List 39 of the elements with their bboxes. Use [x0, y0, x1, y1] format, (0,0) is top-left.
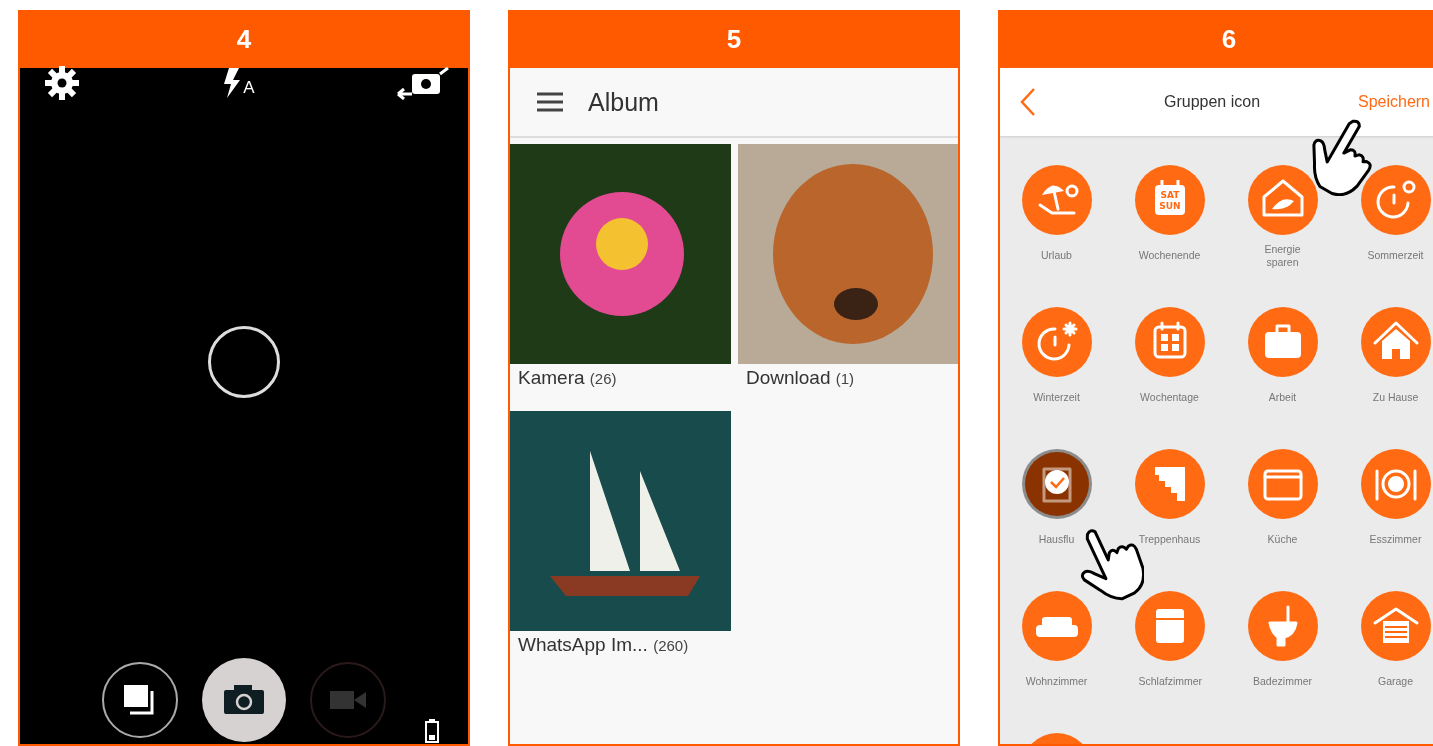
icon-label: Arbeit: [1268, 391, 1297, 404]
video-camera-icon: [328, 688, 368, 712]
group-icon-option[interactable]: [1021, 449, 1092, 519]
album-label[interactable]: WhatsApp Im... (260): [510, 631, 689, 656]
switch-camera-icon[interactable]: [396, 66, 450, 100]
screen-title: Album: [588, 87, 659, 117]
photo-placeholder[interactable]: [510, 144, 731, 364]
focus-ring: [208, 326, 280, 398]
icon-label: Urlaub: [1041, 249, 1072, 262]
step-number-header: 6: [1000, 10, 1433, 68]
icon-label: Küche: [1267, 533, 1298, 546]
flash-mode-button[interactable]: A: [223, 68, 255, 98]
gallery-mode-button[interactable]: [102, 662, 178, 738]
step-number-header: 4: [20, 10, 468, 68]
screen-title: Gruppen icon: [1164, 93, 1261, 111]
battery-icon: [424, 718, 440, 744]
icon-label: Hausflu: [1038, 533, 1075, 546]
icon-label: Wochentage: [1140, 391, 1199, 404]
icon-label: Wohnzimmer: [1025, 675, 1088, 688]
camera-icon: [222, 684, 266, 716]
menu-icon[interactable]: [536, 91, 564, 113]
icon-label: Sommerzeit: [1367, 249, 1424, 262]
step-number-header: 5: [510, 10, 958, 68]
icon-label: Winterzeit: [1033, 391, 1080, 404]
icon-label: Wochenende: [1138, 249, 1201, 262]
settings-icon[interactable]: [42, 66, 82, 100]
album-label[interactable]: Kamera (26): [510, 364, 617, 389]
icon-label: Treppenhaus: [1138, 533, 1201, 546]
photo-placeholder[interactable]: [738, 144, 958, 364]
icon-label: Garage: [1378, 675, 1413, 688]
icon-label: Badezimmer: [1253, 675, 1312, 688]
photo-placeholder[interactable]: [510, 411, 731, 631]
icon-label: Schlafzimmer: [1138, 675, 1201, 688]
icon-label: Esszimmer: [1369, 533, 1422, 546]
back-icon[interactable]: [1018, 87, 1038, 117]
icon-label: Zu Hause: [1372, 391, 1419, 404]
lightning-icon: [223, 68, 242, 98]
icon-label: Energie sparen: [1263, 242, 1302, 269]
album-label[interactable]: Download (1): [738, 364, 855, 389]
